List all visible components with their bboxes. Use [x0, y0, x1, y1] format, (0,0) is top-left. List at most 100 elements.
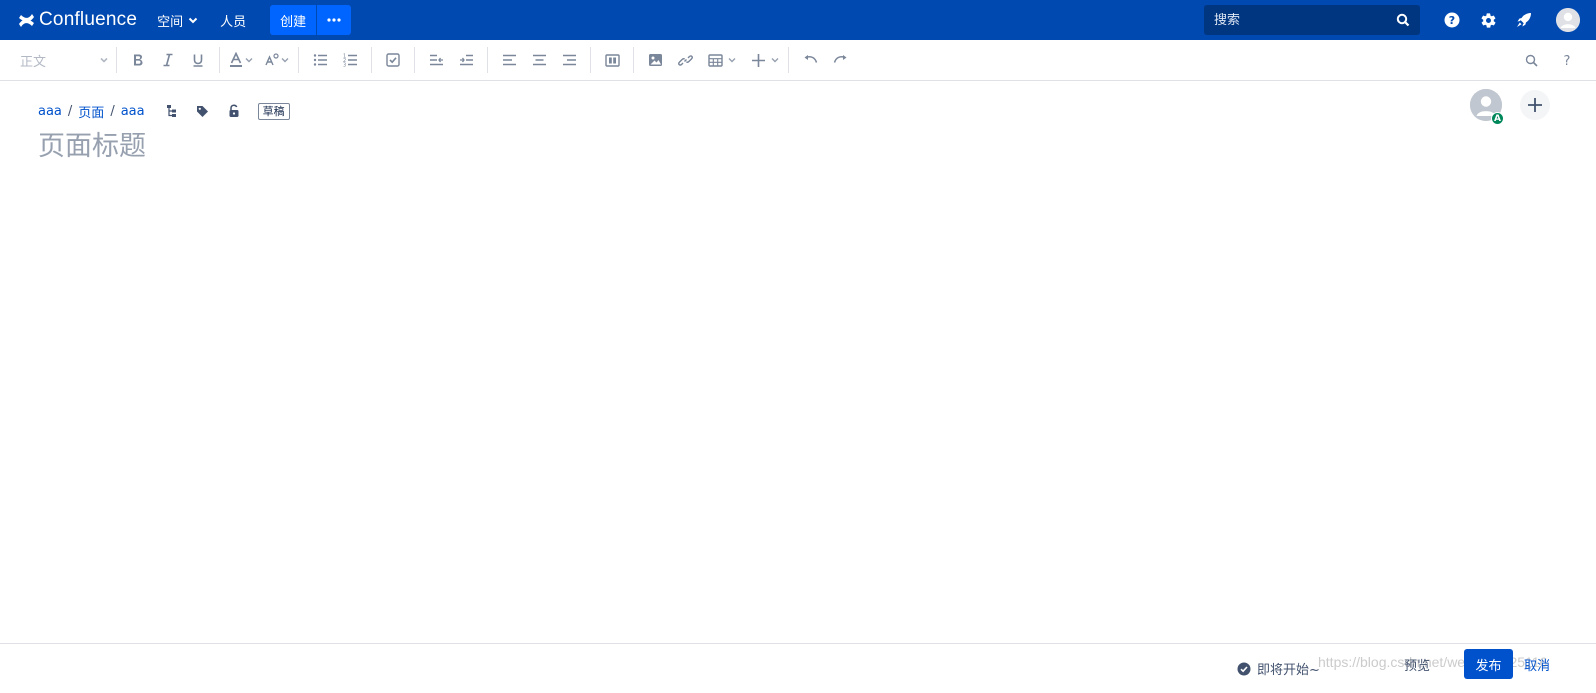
toolbar-right: ?	[1516, 47, 1582, 73]
insert-image-button[interactable]	[642, 47, 668, 73]
indent-icon	[459, 54, 473, 66]
toolbar-separator	[371, 47, 372, 73]
toolbar-separator	[590, 47, 591, 73]
align-left-icon	[502, 54, 516, 66]
undo-button[interactable]	[797, 47, 823, 73]
toolbar-separator	[219, 47, 220, 73]
insert-more-dropdown[interactable]	[751, 53, 780, 68]
editor-footer: 即将开始~ https://blog.csdn.net/weixin_42251…	[0, 643, 1596, 693]
svg-text:?: ?	[1449, 14, 1455, 27]
draft-badge: 草稿	[257, 102, 290, 120]
numbered-list-button[interactable]: 123	[337, 47, 363, 73]
collaborator-avatar[interactable]: A	[1470, 89, 1504, 125]
breadcrumb-item-parent[interactable]: aaa	[121, 104, 145, 119]
logo-text: Confluence	[39, 9, 138, 30]
page-location-button[interactable]	[161, 101, 183, 121]
paragraph-style-dropdown[interactable]: 正文	[20, 51, 110, 70]
nav-spaces-dropdown[interactable]: 空间	[157, 11, 200, 30]
settings-button[interactable]	[1476, 8, 1500, 32]
toolbar-separator	[298, 47, 299, 73]
collaborator-badge: A	[1491, 112, 1504, 125]
align-left-button[interactable]	[496, 47, 522, 73]
breadcrumb: aaa / 页面 / aaa 草稿	[38, 101, 290, 121]
text-format-dropdown[interactable]	[264, 52, 290, 68]
nav-spaces-label: 空间	[157, 14, 184, 30]
checkbox-icon	[386, 53, 400, 67]
plus-icon	[1528, 98, 1542, 112]
redo-button[interactable]	[827, 47, 853, 73]
confluence-logo[interactable]: Confluence	[18, 9, 137, 31]
search-icon	[1525, 54, 1538, 67]
breadcrumb-item-pages[interactable]: 页面	[78, 102, 104, 121]
chevron-down-icon	[100, 57, 108, 63]
chevron-down-icon	[281, 58, 289, 63]
plus-icon	[752, 53, 765, 67]
svg-text:3: 3	[343, 63, 346, 68]
breadcrumb-separator: /	[67, 103, 73, 119]
link-icon	[677, 54, 693, 66]
editor-help-button[interactable]: ?	[1554, 47, 1580, 73]
bold-icon	[134, 54, 143, 66]
user-avatar[interactable]	[1556, 8, 1580, 32]
table-icon	[708, 53, 723, 67]
gear-icon	[1481, 12, 1495, 28]
clear-format-icon	[265, 53, 279, 66]
preview-button[interactable]: 预览	[1404, 655, 1430, 674]
header-right: ?	[1204, 5, 1596, 35]
help-icon: ?	[1564, 54, 1571, 67]
nav-people-label: 人员	[220, 14, 247, 30]
align-center-button[interactable]	[526, 47, 552, 73]
task-list-button[interactable]	[380, 47, 406, 73]
layout-icon	[604, 53, 620, 67]
tag-icon	[197, 105, 209, 117]
outdent-icon	[429, 54, 443, 66]
italic-icon	[163, 53, 173, 67]
page-labels-button[interactable]	[192, 101, 214, 121]
italic-button[interactable]	[155, 47, 181, 73]
chevron-down-icon	[188, 17, 198, 24]
create-group: 创建	[270, 5, 352, 35]
image-icon	[648, 54, 662, 66]
help-button[interactable]: ?	[1440, 8, 1464, 32]
invite-collaborator-button[interactable]	[1520, 90, 1550, 120]
notifications-button[interactable]	[1512, 8, 1536, 32]
page-meta-icons: 草稿	[161, 101, 290, 121]
cancel-button[interactable]: 取消	[1524, 655, 1550, 674]
paragraph-style-label: 正文	[20, 54, 47, 70]
insert-link-button[interactable]	[672, 47, 698, 73]
indent-button[interactable]	[453, 47, 479, 73]
breadcrumb-item-space[interactable]: aaa	[38, 104, 62, 119]
hierarchy-icon	[166, 105, 176, 117]
chevron-down-icon	[771, 58, 779, 63]
breadcrumb-separator: /	[110, 103, 115, 119]
outdent-button[interactable]	[423, 47, 449, 73]
save-status: 即将开始~	[1237, 659, 1320, 678]
help-icon: ?	[1444, 12, 1460, 28]
create-button[interactable]: 创建	[270, 5, 317, 35]
toolbar-separator	[116, 47, 117, 73]
underline-icon	[193, 54, 203, 67]
publish-button[interactable]: 发布	[1464, 649, 1513, 679]
bold-button[interactable]	[125, 47, 151, 73]
undo-icon	[804, 55, 817, 63]
search-box[interactable]	[1204, 5, 1420, 35]
create-more-button[interactable]	[317, 5, 352, 35]
page-restrictions-button[interactable]	[223, 101, 245, 121]
bullet-list-icon	[313, 54, 327, 66]
underline-button[interactable]	[185, 47, 211, 73]
find-replace-button[interactable]	[1518, 47, 1544, 73]
confluence-logo-icon	[19, 13, 34, 27]
align-right-button[interactable]	[556, 47, 582, 73]
text-color-icon	[230, 52, 242, 67]
page-layout-button[interactable]	[599, 47, 625, 73]
user-icon	[1556, 8, 1580, 32]
page-title-input[interactable]	[38, 131, 938, 162]
nav-people[interactable]: 人员	[220, 11, 246, 30]
insert-table-dropdown[interactable]	[708, 53, 737, 67]
check-circle-icon	[1237, 662, 1251, 675]
text-color-dropdown[interactable]	[228, 52, 254, 68]
bullet-list-button[interactable]	[307, 47, 333, 73]
search-input[interactable]	[1214, 12, 1396, 28]
chevron-down-icon	[245, 58, 253, 63]
save-status-text: 即将开始~	[1257, 663, 1320, 678]
